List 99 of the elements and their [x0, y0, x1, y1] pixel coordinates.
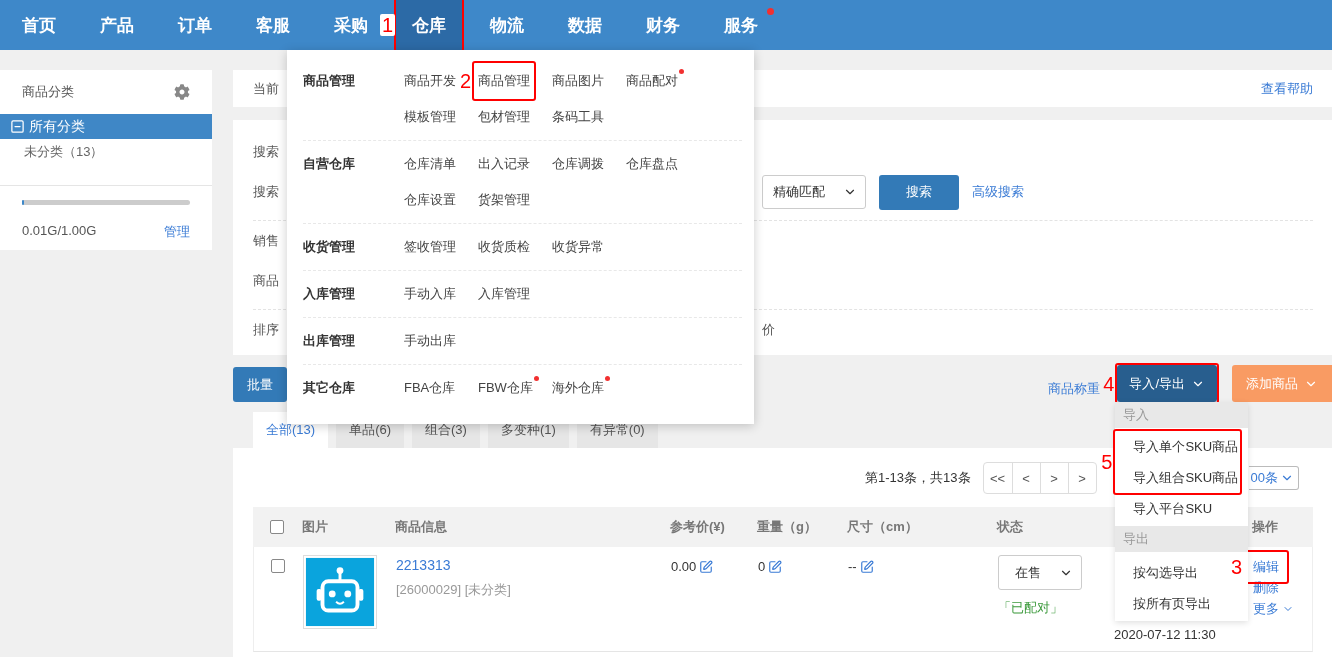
dropdown-header: 导出 [1115, 526, 1249, 552]
page-button[interactable]: > [1067, 463, 1096, 493]
menu-item[interactable]: 商品图片 [552, 70, 604, 92]
table-cell: 2020-07-12 11:30 [1114, 627, 1216, 642]
settings-icon[interactable] [174, 84, 190, 100]
menu-item[interactable]: 入库管理 [478, 283, 530, 305]
table-cell: 0 [758, 559, 766, 574]
product-meta: [26000029] [未分类] [396, 581, 511, 599]
status-select[interactable]: 在售 [998, 555, 1082, 590]
storage-usage: 0.01G/1.00G [22, 223, 97, 240]
menu-item[interactable]: 仓库清单 [404, 153, 456, 175]
menu-item[interactable]: 商品开发 [404, 70, 456, 92]
column-header: 尺寸（cm） [847, 518, 918, 536]
field-label: 搜索 [253, 183, 279, 201]
step-number: 5 [1101, 452, 1113, 472]
match-status: 「已配对」 [998, 599, 1063, 617]
field-label: 商品 [253, 272, 279, 290]
menu-item[interactable]: 手动出库 [404, 330, 456, 352]
tree-item[interactable]: 所有分类 [0, 114, 212, 139]
menu-group-title: 入库管理 [303, 285, 356, 303]
action-link[interactable]: 更多 [1253, 600, 1294, 618]
page-button[interactable]: > [1039, 463, 1068, 493]
step-number: 3 [1230, 557, 1242, 577]
table-cell: 0.00 [671, 559, 697, 574]
field-label: 搜索 [253, 143, 279, 161]
page-button[interactable]: < [1011, 463, 1040, 493]
menu-item[interactable]: FBW仓库 [478, 377, 533, 399]
menu-item[interactable]: 收货异常 [552, 236, 604, 258]
nav-item[interactable]: 订单 [162, 0, 228, 50]
tree-item[interactable]: 未分类（13） [0, 139, 212, 164]
manage-link[interactable]: 管理 [164, 223, 190, 241]
menu-item[interactable]: 商品配对 [626, 70, 678, 92]
weigh-link[interactable]: 商品称重 [1048, 379, 1101, 398]
nav-item[interactable]: 物流 [474, 0, 540, 50]
menu-item[interactable]: 包材管理 [478, 106, 530, 128]
column-header: 商品信息 [395, 518, 447, 536]
nav-item[interactable]: 首页 [6, 0, 72, 50]
column-header: 重量（g） [757, 518, 817, 536]
menu-group-title: 自营仓库 [303, 155, 356, 173]
nav-item[interactable]: 财务 [630, 0, 696, 50]
import-export-button[interactable]: 导入/导出 [1117, 365, 1217, 402]
step-number: 2 [459, 71, 471, 91]
help-link[interactable]: 查看帮助 [1261, 79, 1313, 98]
menu-item[interactable]: 条码工具 [552, 106, 604, 128]
menu-group-title: 其它仓库 [303, 379, 356, 397]
batch-button[interactable]: 批量 [233, 367, 287, 402]
dropdown-item[interactable]: 导入组合SKU商品 [1133, 462, 1239, 493]
menu-item[interactable]: 收货质检 [478, 236, 530, 258]
product-name-link[interactable]: 2213313 [396, 557, 451, 573]
step-number: 4 [1103, 373, 1115, 394]
dropdown-header: 导入 [1115, 402, 1249, 428]
action-link[interactable]: 编辑 [1253, 558, 1279, 576]
menu-group-title: 收货管理 [303, 238, 356, 256]
nav-item[interactable]: 服务 [708, 0, 774, 50]
edit-icon[interactable] [699, 559, 714, 574]
checkbox[interactable] [270, 520, 284, 534]
edit-icon[interactable] [768, 559, 783, 574]
edit-icon[interactable] [859, 559, 874, 574]
robot-icon [303, 555, 377, 629]
menu-item[interactable]: 出入记录 [478, 153, 530, 175]
column-header: 操作 [1252, 518, 1278, 536]
search-button[interactable]: 搜索 [879, 174, 959, 210]
collapse-icon[interactable] [10, 119, 25, 134]
column-header: 状态 [997, 518, 1023, 536]
table-cell: -- [848, 559, 857, 574]
field-label: 排序 [253, 321, 279, 339]
menu-item[interactable]: 商品管理 [478, 70, 530, 92]
nav-item[interactable]: 客服 [240, 0, 306, 50]
advanced-search-link[interactable]: 高级搜索 [972, 183, 1024, 201]
field-label: 销售 [253, 232, 279, 250]
menu-item[interactable]: 手动入库 [404, 283, 456, 305]
sort-option[interactable]: 价 [762, 321, 775, 339]
checkbox[interactable] [271, 559, 285, 573]
match-select[interactable]: 精确匹配 [762, 175, 866, 209]
step-number: 1 [379, 14, 395, 36]
menu-item[interactable]: 仓库盘点 [626, 153, 678, 175]
nav-item[interactable]: 仓库 [396, 0, 462, 50]
menu-group-title: 商品管理 [303, 72, 356, 90]
menu-item[interactable]: 海外仓库 [552, 377, 604, 399]
dropdown-item[interactable]: 按所有页导出 [1133, 588, 1212, 619]
column-header: 参考价(¥) [670, 518, 725, 536]
nav-item[interactable]: 数据 [552, 0, 618, 50]
panel-title: 商品分类 [22, 83, 74, 101]
menu-group-title: 出库管理 [303, 332, 356, 350]
menu-item[interactable]: FBA仓库 [404, 377, 456, 399]
page-size-select[interactable]: 00条 [1248, 466, 1299, 490]
menu-item[interactable]: 货架管理 [478, 189, 530, 211]
breadcrumb-text: 当前 [253, 79, 279, 98]
page-summary: 第1-13条，共13条 [865, 469, 971, 487]
page-button[interactable]: << [983, 463, 1012, 493]
menu-item[interactable]: 仓库设置 [404, 189, 456, 211]
nav-item[interactable]: 产品 [84, 0, 150, 50]
column-header: 图片 [302, 518, 328, 536]
dropdown-item[interactable]: 导入平台SKU [1133, 493, 1213, 524]
dropdown-item[interactable]: 按勾选导出 [1133, 557, 1199, 588]
menu-item[interactable]: 签收管理 [404, 236, 456, 258]
dropdown-item[interactable]: 导入单个SKU商品 [1133, 431, 1239, 462]
menu-item[interactable]: 仓库调拨 [552, 153, 604, 175]
menu-item[interactable]: 模板管理 [404, 106, 456, 128]
